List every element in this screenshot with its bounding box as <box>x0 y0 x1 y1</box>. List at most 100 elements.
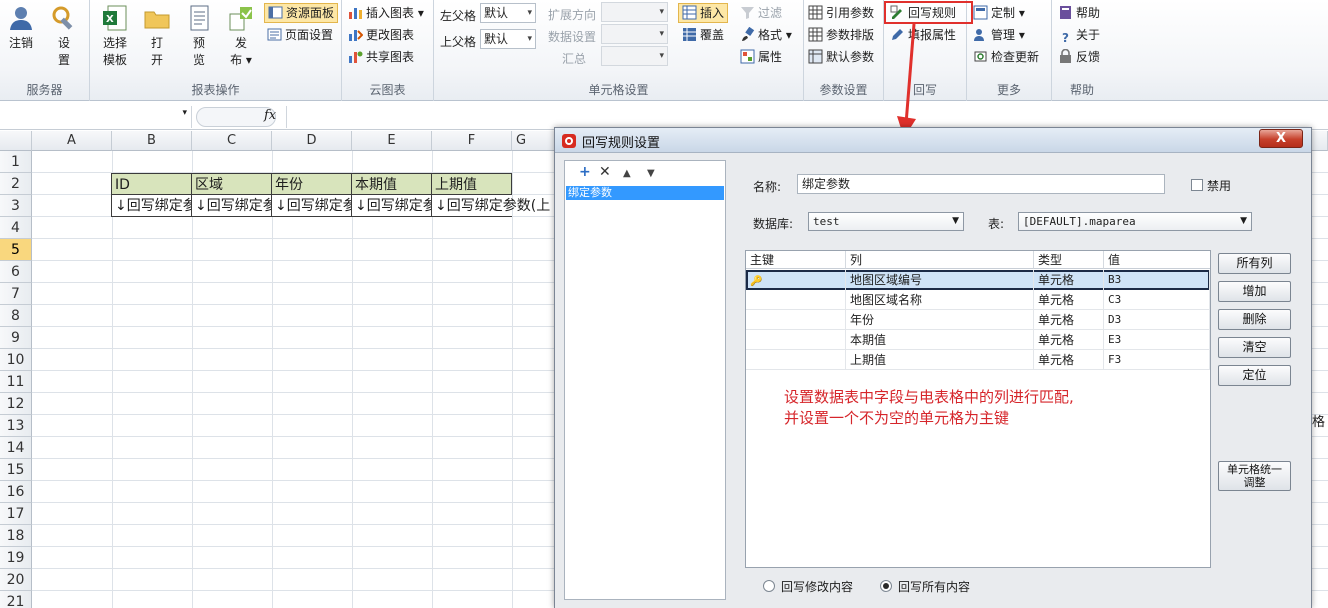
writeback-all-radio[interactable] <box>880 580 892 592</box>
cell-primary-key[interactable] <box>746 350 846 370</box>
customize-button[interactable]: 定制 ▾ <box>973 3 1025 23</box>
row-header[interactable]: 4 <box>0 217 32 239</box>
row-header[interactable]: 2 <box>0 173 32 195</box>
cell-c3[interactable]: ↓回写绑定参 <box>191 195 272 217</box>
cell-primary-key[interactable]: 🔑 <box>746 270 846 290</box>
writeback-modified-radio[interactable] <box>763 580 775 592</box>
row-header[interactable]: 21 <box>0 591 32 608</box>
cell-type[interactable]: 单元格 <box>1034 330 1104 350</box>
server-settings-button[interactable]: 设 置 <box>44 4 84 69</box>
header-value[interactable]: 值 <box>1104 251 1210 269</box>
delete-button[interactable]: 删除 <box>1218 309 1291 330</box>
manage-button[interactable]: 管理 ▾ <box>973 25 1025 45</box>
publish-button[interactable]: 发 布 ▾ <box>224 4 258 69</box>
move-down-icon[interactable]: ▼ <box>647 167 655 181</box>
cell-primary-key[interactable] <box>746 310 846 330</box>
row-header[interactable]: 3 <box>0 195 32 217</box>
feedback-button[interactable]: 反馈 <box>1058 47 1100 67</box>
cell-f2[interactable]: 上期值 <box>431 173 512 195</box>
row-header[interactable]: 6 <box>0 261 32 283</box>
row-header[interactable]: 16 <box>0 481 32 503</box>
data-settings-select[interactable]: ▾ <box>601 24 668 44</box>
table-row[interactable]: 本期值 单元格 E3 <box>746 330 1210 350</box>
row-header[interactable]: 19 <box>0 547 32 569</box>
column-header-c[interactable]: C <box>192 131 272 151</box>
table-row[interactable]: 上期值 单元格 F3 <box>746 350 1210 370</box>
table-row[interactable]: 地图区域名称 单元格 C3 <box>746 290 1210 310</box>
column-header-a[interactable]: A <box>32 131 112 151</box>
cell-type[interactable]: 单元格 <box>1034 290 1104 310</box>
column-header-e[interactable]: E <box>352 131 432 151</box>
row-header[interactable]: 14 <box>0 437 32 459</box>
row-header[interactable]: 9 <box>0 327 32 349</box>
cell-column-name[interactable]: 地图区域名称 <box>846 290 1034 310</box>
param-layout-button[interactable]: 参数排版 <box>808 25 874 45</box>
cell-b3[interactable]: ↓回写绑定参 <box>111 195 192 217</box>
close-button[interactable]: X <box>1259 129 1303 148</box>
summary-select[interactable]: ▾ <box>601 46 668 66</box>
table-select[interactable]: [DEFAULT].maparea ▼ <box>1018 212 1252 231</box>
cell-b2[interactable]: ID <box>111 173 192 195</box>
name-input[interactable]: 绑定参数 <box>797 174 1165 194</box>
cell-type[interactable]: 单元格 <box>1034 350 1104 370</box>
cell-value[interactable]: E3 <box>1104 330 1210 350</box>
overwrite-mode-button[interactable]: 覆盖 <box>682 25 724 45</box>
cell-value[interactable]: D3 <box>1104 310 1210 330</box>
disable-checkbox[interactable] <box>1191 179 1203 191</box>
change-chart-button[interactable]: 更改图表 <box>348 25 414 45</box>
logout-button[interactable]: 注销 <box>4 4 38 52</box>
column-header-f[interactable]: F <box>432 131 512 151</box>
unify-cells-button[interactable]: 单元格统一 调整 <box>1218 461 1291 491</box>
row-header[interactable]: 11 <box>0 371 32 393</box>
move-up-icon[interactable]: ▲ <box>623 167 631 181</box>
column-header-d[interactable]: D <box>272 131 352 151</box>
check-update-button[interactable]: 检查更新 <box>973 47 1039 67</box>
row-header[interactable]: 8 <box>0 305 32 327</box>
database-select[interactable]: test ▼ <box>808 212 964 231</box>
share-chart-button[interactable]: 共享图表 <box>348 47 414 67</box>
open-button[interactable]: 打 开 <box>140 4 174 69</box>
cell-d2[interactable]: 年份 <box>271 173 352 195</box>
page-setup-button[interactable]: 页面设置 <box>267 25 333 45</box>
formula-input[interactable] <box>286 106 1326 128</box>
left-parent-select[interactable]: 默认 ▾ <box>480 3 536 23</box>
cell-value[interactable]: B3 <box>1104 270 1210 290</box>
row-header[interactable]: 1 <box>0 151 32 173</box>
header-key[interactable]: 主键 <box>746 251 846 269</box>
cell-type[interactable]: 单元格 <box>1034 310 1104 330</box>
row-header[interactable]: 7 <box>0 283 32 305</box>
resource-panel-button[interactable]: 资源面板 <box>264 3 339 23</box>
cell-c2[interactable]: 区域 <box>191 173 272 195</box>
delete-icon[interactable]: ✕ <box>599 165 611 179</box>
cell-column-name[interactable]: 年份 <box>846 310 1034 330</box>
header-column[interactable]: 列 <box>846 251 1034 269</box>
row-header[interactable]: 10 <box>0 349 32 371</box>
row-header[interactable]: 13 <box>0 415 32 437</box>
cell-type[interactable]: 单元格 <box>1034 270 1104 290</box>
row-header[interactable]: 20 <box>0 569 32 591</box>
format-button[interactable]: 格式 ▾ <box>740 25 792 45</box>
ref-param-button[interactable]: 引用参数 <box>808 3 874 23</box>
cell-primary-key[interactable] <box>746 330 846 350</box>
row-header[interactable]: 5 <box>0 239 32 261</box>
clear-button[interactable]: 清空 <box>1218 337 1291 358</box>
row-header[interactable]: 12 <box>0 393 32 415</box>
expand-direction-select[interactable]: ▾ <box>601 2 668 22</box>
select-template-button[interactable]: X 选择 模板 <box>98 4 132 69</box>
row-header[interactable]: 15 <box>0 459 32 481</box>
insert-chart-button[interactable]: 插入图表 ▾ <box>348 3 424 23</box>
name-box[interactable]: ▾ <box>0 106 192 128</box>
all-columns-button[interactable]: 所有列 <box>1218 253 1291 274</box>
cell-e3[interactable]: ↓回写绑定参 <box>351 195 432 217</box>
dialog-titlebar[interactable]: 回写规则设置 X <box>555 128 1311 153</box>
filter-button[interactable]: 过滤 <box>740 3 782 23</box>
row-header[interactable]: 18 <box>0 525 32 547</box>
rule-list-item[interactable]: 绑定参数 <box>566 186 724 200</box>
insert-mode-button[interactable]: 插入 <box>678 3 729 23</box>
fx-icon[interactable]: fx <box>264 108 276 123</box>
cell-d3[interactable]: ↓回写绑定参 <box>271 195 352 217</box>
add-button[interactable]: 增加 <box>1218 281 1291 302</box>
cell-column-name[interactable]: 上期值 <box>846 350 1034 370</box>
cell-column-name[interactable]: 地图区域编号 <box>846 270 1034 290</box>
row-header[interactable]: 17 <box>0 503 32 525</box>
